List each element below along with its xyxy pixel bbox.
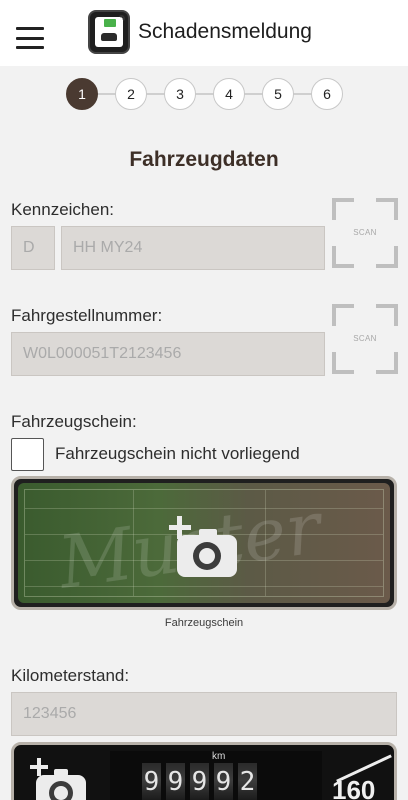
odometer-photo-button[interactable]: 9 9 9 9 2 km 160 [11,742,397,800]
mileage-field[interactable]: 123456 [11,692,397,736]
step-indicator: 1 2 3 4 5 6 [66,78,344,110]
scan-vin-button[interactable]: SCAN [330,302,400,376]
odometer-unit: km [212,751,226,762]
scan-label: SCAN [353,334,377,343]
scan-frame-icon [332,304,354,326]
odometer-digit: 2 [238,763,257,800]
section-title: Fahrzeugdaten [129,148,279,171]
step-4[interactable]: 4 [213,78,245,110]
fahrgestellnummer-label: Fahrgestellnummer: [11,306,163,325]
odometer-digit: 9 [190,763,209,800]
scan-plate-button[interactable]: SCAN [330,196,400,270]
step-1[interactable]: 1 [66,78,98,110]
add-photo-icon [169,515,241,579]
step-3[interactable]: 3 [164,78,196,110]
kennzeichen-label: Kennzeichen: [11,200,115,219]
app-logo-icon [88,10,130,54]
speedometer-mark: 160 [332,775,376,800]
odometer-digit: 9 [142,763,161,800]
vin-field[interactable]: W0L000051T2123456 [11,332,325,376]
fahrzeugschein-label: Fahrzeugschein: [11,412,137,431]
kilometerstand-label: Kilometerstand: [11,666,130,685]
step-6[interactable]: 6 [311,78,343,110]
step-5[interactable]: 5 [262,78,294,110]
fahrzeugschein-photo-button[interactable]: Muster [11,476,397,610]
photo-caption: Fahrzeugschein [164,617,244,629]
add-photo-icon [30,757,90,800]
fahrzeugschein-missing-checkbox[interactable] [11,438,44,471]
scan-frame-icon [332,198,354,220]
fahrzeugschein-missing-label[interactable]: Fahrzeugschein nicht vorliegend [55,444,300,464]
hamburger-menu-icon[interactable] [16,27,44,49]
app-bar: Schadensmeldung [0,0,408,66]
license-plate-field[interactable]: HH MY24 [61,226,325,270]
odometer-digit: 9 [214,763,233,800]
app-title: Schadensmeldung [138,20,312,43]
step-2[interactable]: 2 [115,78,147,110]
odometer-digit: 9 [166,763,185,800]
country-code-field[interactable]: D [11,226,55,270]
scan-label: SCAN [353,228,377,237]
